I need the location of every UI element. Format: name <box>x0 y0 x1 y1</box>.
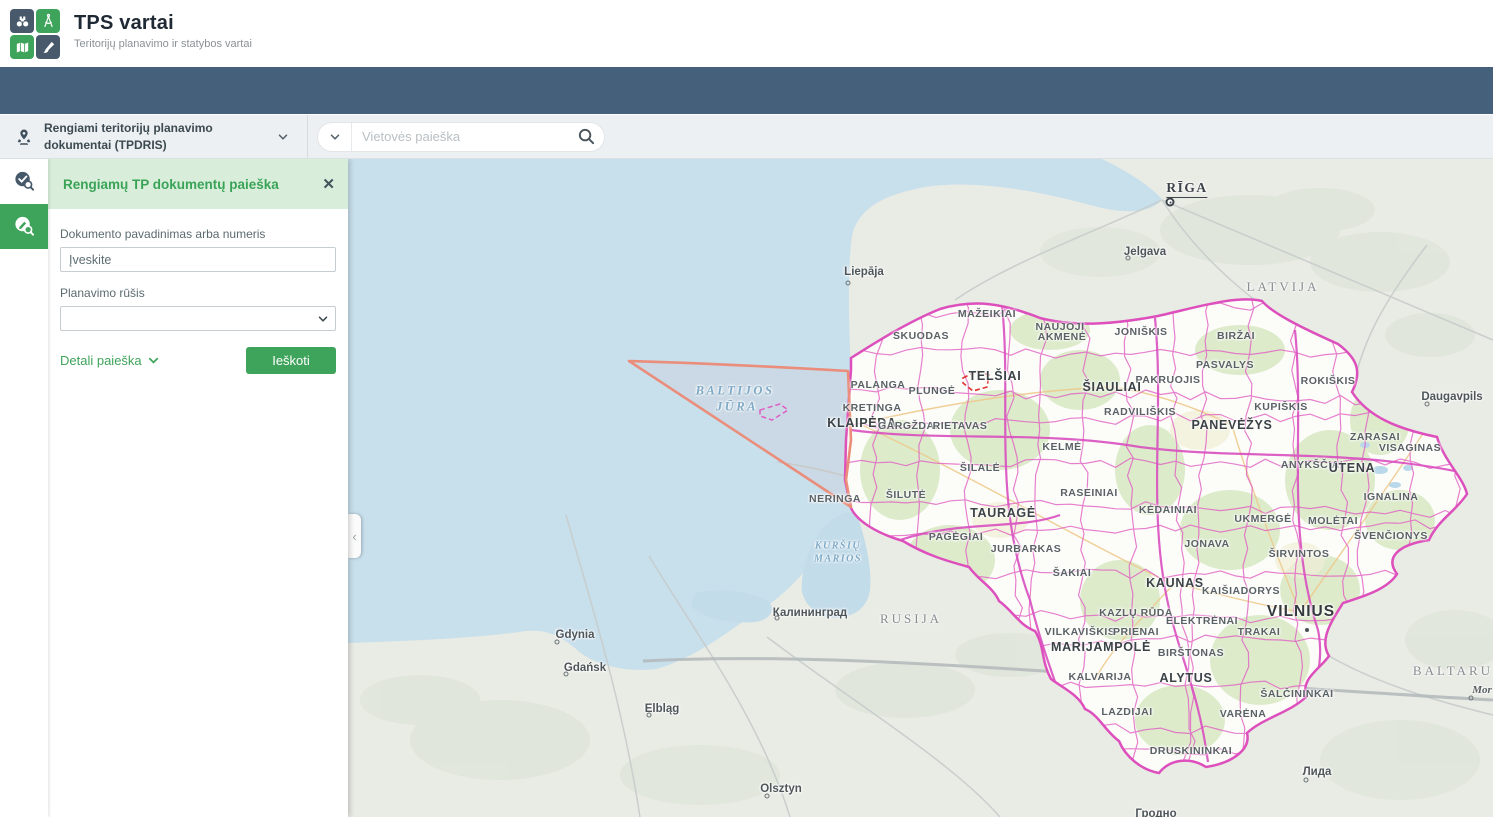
app-subtitle: Teritorijų planavimo ir statybos vartai <box>74 38 252 50</box>
tool-sidebar <box>0 159 48 817</box>
document-type-label: Rengiami teritorijų planavimo dokumentai… <box>44 120 266 152</box>
toolbar: Rengiami teritorijų planavimo dokumentai… <box>0 115 1493 159</box>
document-type-dropdown[interactable]: Rengiami teritorijų planavimo dokumentai… <box>0 115 304 158</box>
search-type-dropdown[interactable] <box>318 123 352 151</box>
nav-band <box>0 67 1493 114</box>
panel-collapse-handle[interactable]: ‹ <box>348 514 361 558</box>
chevron-down-icon <box>328 130 342 144</box>
panel-body: Dokumento pavadinimas arba numeris Plana… <box>48 209 348 385</box>
approved-documents-search-icon <box>13 170 36 193</box>
app-title: TPS vartai <box>74 12 252 35</box>
compass-icon <box>36 9 60 33</box>
detailed-search-label: Detali paieška <box>60 353 142 368</box>
binoculars-icon <box>10 9 34 33</box>
document-name-label: Dokumento pavadinimas arba numeris <box>60 227 336 241</box>
panel-title: Rengiamų TP dokumentų paieška <box>63 177 279 192</box>
documents-pins-icon <box>14 127 34 147</box>
map-icon <box>10 35 34 59</box>
location-search <box>317 122 605 152</box>
planning-type-label: Planavimo rūšis <box>60 286 336 300</box>
location-search-button[interactable] <box>568 123 604 151</box>
app-header: TPS vartai Teritorijų planavimo ir staty… <box>0 0 1493 67</box>
brush-icon <box>36 35 60 59</box>
detailed-search-link[interactable]: Detali paieška <box>60 353 161 368</box>
toolbar-divider <box>307 115 308 159</box>
tp-document-search-panel: Rengiamų TP dokumentų paieška ✕ Dokument… <box>48 159 348 817</box>
planning-type-select[interactable] <box>60 306 336 331</box>
app-logo[interactable] <box>10 9 62 59</box>
location-search-input[interactable] <box>352 129 568 144</box>
chevron-down-icon <box>276 130 290 144</box>
approved-documents-search-button[interactable] <box>0 159 48 204</box>
chevron-left-icon: ‹ <box>352 529 356 544</box>
close-icon[interactable]: ✕ <box>322 177 335 192</box>
document-name-input[interactable] <box>60 247 336 272</box>
draft-documents-search-button[interactable] <box>0 204 48 249</box>
basemap-svg <box>348 159 1493 817</box>
chevron-down-icon <box>316 312 330 326</box>
magnifier-icon <box>577 127 596 146</box>
panel-header: Rengiamų TP dokumentų paieška ✕ <box>48 159 348 209</box>
draft-documents-search-icon <box>13 215 36 238</box>
search-button[interactable]: Ieškoti <box>246 347 336 374</box>
chevron-down-icon <box>146 353 161 368</box>
